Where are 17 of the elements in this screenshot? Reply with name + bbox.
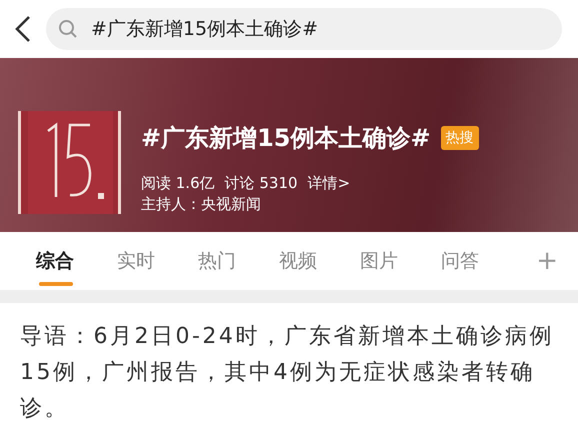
- details-link[interactable]: 详情>: [308, 174, 350, 193]
- add-tab-button[interactable]: +: [536, 232, 558, 290]
- tab[interactable]: 热门: [198, 232, 279, 290]
- host-label: 主持人：央视新闻: [141, 195, 262, 214]
- tab[interactable]: 图片: [360, 232, 441, 290]
- read-count: 阅读 1.6亿: [141, 174, 215, 193]
- tab[interactable]: 综合: [36, 232, 117, 290]
- discussion-count: 讨论 5310: [224, 174, 298, 193]
- search-icon: [58, 19, 78, 39]
- tab[interactable]: 视频: [279, 232, 360, 290]
- tab[interactable]: 实时: [117, 232, 198, 290]
- hot-badge: 热搜: [440, 126, 479, 150]
- intro-paragraph: 导语：6月2日0-24时，广东省新增本土确诊病例15例，广州报告，其中4例为无症状感染者转确诊。: [20, 323, 555, 423]
- search-field[interactable]: #广东新增15例本土确诊#: [46, 8, 562, 50]
- back-icon[interactable]: [14, 15, 32, 43]
- tab[interactable]: 问答: [441, 232, 522, 290]
- topic-title: #广东新增15例本土确诊#: [141, 123, 431, 154]
